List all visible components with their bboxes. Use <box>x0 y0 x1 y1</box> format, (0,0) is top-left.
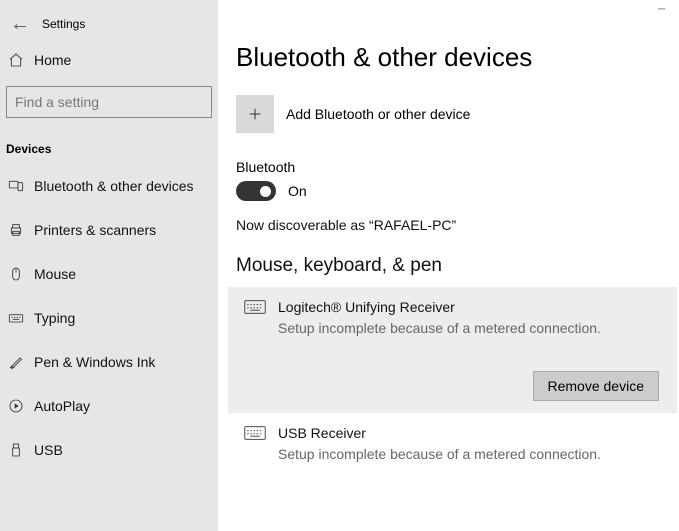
sidebar-section-label: Devices <box>0 132 218 164</box>
sidebar-item-label: Pen & Windows Ink <box>34 354 155 370</box>
sidebar-item-label: Printers & scanners <box>34 222 156 238</box>
plus-icon <box>236 95 274 133</box>
sidebar-item-printers[interactable]: Printers & scanners <box>0 208 218 252</box>
sidebar-item-label: USB <box>34 442 63 458</box>
nav-home-label: Home <box>34 52 71 68</box>
pen-icon <box>8 354 34 370</box>
home-icon <box>8 52 34 68</box>
nav-home[interactable]: Home <box>0 40 218 80</box>
sidebar-item-label: Typing <box>34 310 75 326</box>
section-header: Mouse, keyboard, & pen <box>236 255 669 277</box>
printer-icon <box>8 222 34 238</box>
title-bar: ← Settings <box>0 8 218 40</box>
sidebar-item-label: Mouse <box>34 266 76 282</box>
autoplay-icon <box>8 398 34 414</box>
device-desc: Setup incomplete because of a metered co… <box>278 444 659 465</box>
sidebar-item-autoplay[interactable]: AutoPlay <box>0 384 218 428</box>
remove-device-button[interactable]: Remove device <box>533 371 660 401</box>
device-item[interactable]: Logitech® Unifying Receiver Setup incomp… <box>228 287 677 413</box>
add-device-label: Add Bluetooth or other device <box>286 106 470 122</box>
keyboard-icon <box>8 310 34 326</box>
toggle-state: On <box>288 183 307 199</box>
window-title: Settings <box>38 17 85 31</box>
sidebar-item-typing[interactable]: Typing <box>0 296 218 340</box>
search-input[interactable] <box>6 86 212 118</box>
add-device-button[interactable]: Add Bluetooth or other device <box>236 95 669 133</box>
sidebar-item-usb[interactable]: USB <box>0 428 218 472</box>
sidebar-item-pen[interactable]: Pen & Windows Ink <box>0 340 218 384</box>
back-icon[interactable]: ← <box>10 13 38 36</box>
bluetooth-label: Bluetooth <box>236 159 669 175</box>
device-name: Logitech® Unifying Receiver <box>278 297 659 318</box>
sidebar-item-label: AutoPlay <box>34 398 90 414</box>
page-title: Bluetooth & other devices <box>236 42 669 73</box>
sidebar-item-label: Bluetooth & other devices <box>34 178 194 194</box>
keyboard-icon <box>244 297 278 401</box>
usb-icon <box>8 442 34 458</box>
sidebar-item-mouse[interactable]: Mouse <box>0 252 218 296</box>
device-item[interactable]: USB Receiver Setup incomplete because of… <box>236 413 669 477</box>
keyboard-icon <box>244 423 278 465</box>
discoverable-text: Now discoverable as “RAFAEL-PC” <box>236 217 669 233</box>
bluetooth-toggle[interactable] <box>236 181 276 201</box>
device-desc: Setup incomplete because of a metered co… <box>278 318 659 339</box>
minimize-icon[interactable]: ─ <box>658 4 665 15</box>
device-name: USB Receiver <box>278 423 659 444</box>
toggle-knob <box>260 186 271 197</box>
mouse-icon <box>8 266 34 282</box>
sidebar-item-bluetooth[interactable]: Bluetooth & other devices <box>0 164 218 208</box>
devices-icon <box>8 178 34 194</box>
